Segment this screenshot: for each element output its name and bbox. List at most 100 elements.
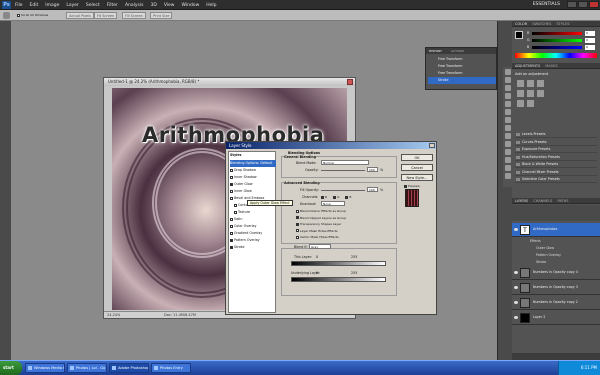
style-item[interactable]: Stroke	[230, 244, 276, 251]
adjustment-preset-item[interactable]: Levels Presets	[515, 131, 597, 138]
visibility-eye-icon[interactable]	[514, 316, 518, 319]
checkbox-box[interactable]	[345, 195, 349, 199]
style-checkbox[interactable]	[234, 211, 237, 214]
channel-checkbox[interactable]: B	[345, 195, 351, 199]
start-button[interactable]: start	[0, 361, 22, 375]
menu-item-analysis[interactable]: Analysis	[125, 3, 144, 8]
preview-checkbox[interactable]: Preview	[404, 184, 420, 188]
layer-row[interactable]: Numbers in Opacity copy 3	[512, 281, 600, 295]
style-checkbox[interactable]	[230, 218, 233, 221]
visibility-eye-icon[interactable]	[514, 271, 518, 274]
layer-row[interactable]: Numbers in Opacity copy 4	[512, 266, 600, 280]
layer-row[interactable]: Numbers in Opacity copy 2	[512, 296, 600, 310]
tab-paths[interactable]: PATHS	[558, 199, 569, 203]
taskbar-item[interactable]: Photos Entry	[151, 363, 191, 373]
color-channel-slider[interactable]	[532, 46, 582, 49]
advanced-option[interactable]: Vector Mask Hides Effects	[296, 235, 339, 239]
print-size-button[interactable]: Print Size	[150, 12, 173, 19]
menu-item-image[interactable]: Image	[45, 3, 59, 8]
menu-item-layer[interactable]: Layer	[66, 3, 79, 8]
document-title[interactable]: Untitled-1 @ 24.2% (Arithmophobia, RGB/8…	[104, 78, 355, 86]
style-checkbox[interactable]	[230, 197, 233, 200]
knockout-select[interactable]: None	[321, 201, 345, 206]
style-checkbox[interactable]	[230, 232, 233, 235]
checkbox-box[interactable]	[296, 235, 299, 239]
zoom-level[interactable]: 24.24%	[107, 312, 120, 318]
this-layer-gradient-slider[interactable]	[291, 261, 386, 266]
style-item[interactable]: Texture	[230, 209, 276, 216]
opacity-slider[interactable]	[321, 170, 365, 171]
layer-effect-item[interactable]: Stroke	[536, 259, 546, 266]
layer-effect-item[interactable]: Outer Glow	[536, 245, 554, 252]
tool-icon[interactable]	[505, 69, 511, 75]
tool-icon[interactable]	[505, 93, 511, 99]
style-checkbox[interactable]	[230, 183, 233, 186]
channel-checkbox[interactable]: G	[333, 195, 339, 199]
tab-styles[interactable]: STYLES	[557, 22, 570, 26]
tab-layers[interactable]: LAYERS	[515, 199, 528, 203]
advanced-option[interactable]: Blend Interior Effects as Group	[296, 209, 346, 213]
tool-icon[interactable]	[505, 85, 511, 91]
tab-history[interactable]: HISTORY	[429, 49, 442, 53]
tab-color[interactable]: COLOR	[515, 22, 527, 26]
menu-item-view[interactable]: View	[164, 3, 175, 8]
style-item[interactable]: Inner Shadow	[230, 174, 276, 181]
taskbar-item[interactable]: Photos | Lol - Go A Fl...	[67, 363, 107, 373]
style-item[interactable]: Pattern Overlay	[230, 237, 276, 244]
color-channel-value[interactable]: 0	[585, 38, 595, 43]
cancel-button[interactable]: Cancel	[401, 164, 433, 171]
adjustment-preset-item[interactable]: Selective Color Presets	[515, 176, 597, 183]
history-item[interactable]: Free Transform	[428, 56, 496, 63]
actual-pixels-button[interactable]: Actual Pixels	[66, 12, 94, 19]
style-checkbox[interactable]	[230, 190, 233, 193]
tool-icon[interactable]	[505, 117, 511, 123]
history-item[interactable]: Stroke	[428, 77, 496, 84]
advanced-option[interactable]: Blend Clipped Layers as Group	[296, 216, 346, 220]
layer-row[interactable]: Layer 2	[512, 311, 600, 325]
tab-channels[interactable]: CHANNELS	[533, 199, 552, 203]
checkbox-box[interactable]	[333, 195, 337, 199]
menu-item-window[interactable]: Window	[182, 3, 200, 8]
menu-item-edit[interactable]: Edit	[30, 3, 39, 8]
checkbox-box[interactable]	[321, 195, 324, 199]
fit-screen-button[interactable]: Fit Screen	[94, 12, 118, 19]
visibility-eye-icon[interactable]	[514, 301, 518, 304]
style-checkbox[interactable]	[230, 169, 233, 172]
foreground-color-swatch[interactable]	[515, 31, 523, 39]
color-channel-value[interactable]: 0	[585, 45, 595, 50]
tab-masks[interactable]: MASKS	[545, 64, 557, 68]
blend-mode-select[interactable]: Normal	[321, 160, 369, 165]
checkbox-box[interactable]	[296, 216, 299, 219]
dialog-title[interactable]: Layer Style	[226, 142, 436, 149]
menu-item-help[interactable]: Help	[206, 3, 216, 8]
checkbox-box[interactable]	[296, 222, 299, 226]
style-checkbox[interactable]	[234, 204, 237, 207]
dialog-close-button[interactable]	[429, 143, 435, 148]
tool-icon[interactable]	[505, 173, 511, 179]
taskbar-item[interactable]: Windows Media Player	[25, 363, 65, 373]
layer-effect-item[interactable]: Effects	[530, 238, 541, 245]
tool-icon[interactable]	[505, 125, 511, 131]
fill-opacity-field[interactable]: 100	[367, 187, 378, 192]
tool-icon[interactable]	[505, 141, 511, 147]
menu-item-select[interactable]: Select	[86, 3, 100, 8]
tool-icon[interactable]	[505, 101, 511, 107]
color-spectrum-bar[interactable]	[515, 53, 597, 58]
menu-item-file[interactable]: File	[15, 3, 23, 8]
history-item[interactable]: Free Transform	[428, 70, 496, 77]
tab-adjustments[interactable]: ADJUSTMENTS	[515, 64, 540, 68]
style-checkbox[interactable]	[230, 225, 233, 228]
menu-item-3d[interactable]: 3D	[150, 3, 156, 8]
checkbox-box[interactable]	[296, 209, 299, 213]
scroll-all-windows-checkbox[interactable]: Scroll All Windows	[17, 13, 48, 17]
menu-item-filter[interactable]: Filter	[107, 3, 118, 8]
workspace-switcher[interactable]: ESSENTIALS	[533, 2, 560, 7]
tab-swatches[interactable]: SWATCHES	[532, 22, 551, 26]
style-item[interactable]: Inner Glow	[230, 188, 276, 195]
style-item[interactable]: Gradient Overlay	[230, 230, 276, 237]
maximize-button[interactable]	[578, 1, 588, 8]
taskbar-item[interactable]: Adobe Photoshop C...	[109, 363, 149, 373]
tool-icon[interactable]	[505, 109, 511, 115]
tool-icon[interactable]	[505, 149, 511, 155]
layer-effect-item[interactable]: Pattern Overlay	[536, 252, 561, 259]
